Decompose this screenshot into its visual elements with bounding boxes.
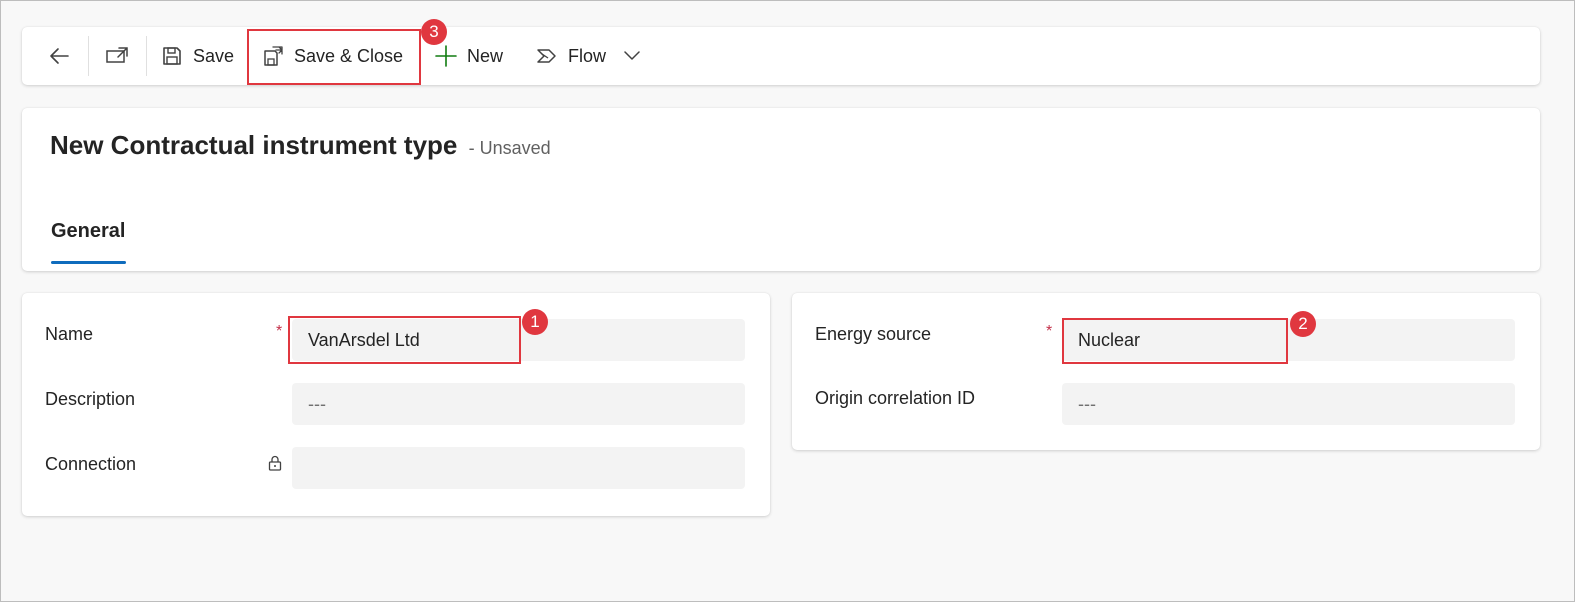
chevron-down-icon[interactable] <box>623 48 641 64</box>
page-title-text: New Contractual instrument type <box>50 130 458 160</box>
save-icon <box>163 47 181 65</box>
page-title: New Contractual instrument type - Unsave… <box>50 130 551 161</box>
required-indicator: * <box>1046 323 1053 340</box>
energy-source-label: Energy source <box>815 324 932 344</box>
flow-icon <box>537 49 556 63</box>
back-button[interactable] <box>40 41 80 71</box>
callout-badge-2: 2 <box>1290 311 1316 337</box>
callout-badge-1: 1 <box>522 309 548 335</box>
lock-icon <box>268 455 282 471</box>
description-input[interactable]: --- <box>292 383 745 425</box>
form-header: New Contractual instrument type - Unsave… <box>22 108 1540 271</box>
separator <box>88 36 89 76</box>
add-icon <box>435 45 457 67</box>
open-in-new-window-icon <box>106 47 128 63</box>
energy-source-highlight <box>1062 318 1288 364</box>
tab-general[interactable]: General <box>51 220 125 243</box>
connection-input <box>292 447 745 489</box>
flow-label: Flow <box>568 46 607 66</box>
connection-label: Connection <box>45 454 137 474</box>
name-highlight <box>288 316 521 364</box>
new-label: New <box>467 46 504 66</box>
origin-correlation-id-label: Origin correlation ID <box>815 388 976 408</box>
open-in-new-window-button[interactable] <box>100 41 136 71</box>
save-status: - Unsaved <box>468 138 551 158</box>
required-indicator: * <box>276 323 283 340</box>
save-label: Save <box>193 46 235 66</box>
save-button[interactable]: Save <box>160 41 236 71</box>
arrow-left-icon <box>50 48 69 64</box>
general-section-right: Energy source * Nuclear Origin correlati… <box>792 293 1540 450</box>
description-label: Description <box>45 389 136 409</box>
name-label: Name <box>45 324 94 344</box>
callout-badge-3: 3 <box>421 19 447 45</box>
separator <box>146 36 147 76</box>
save-and-close-highlight <box>247 29 421 85</box>
origin-correlation-id-input[interactable]: --- <box>1062 383 1515 425</box>
flow-button[interactable]: Flow <box>535 41 645 71</box>
new-button[interactable]: New <box>434 41 508 71</box>
tab-selected-indicator <box>51 261 126 264</box>
